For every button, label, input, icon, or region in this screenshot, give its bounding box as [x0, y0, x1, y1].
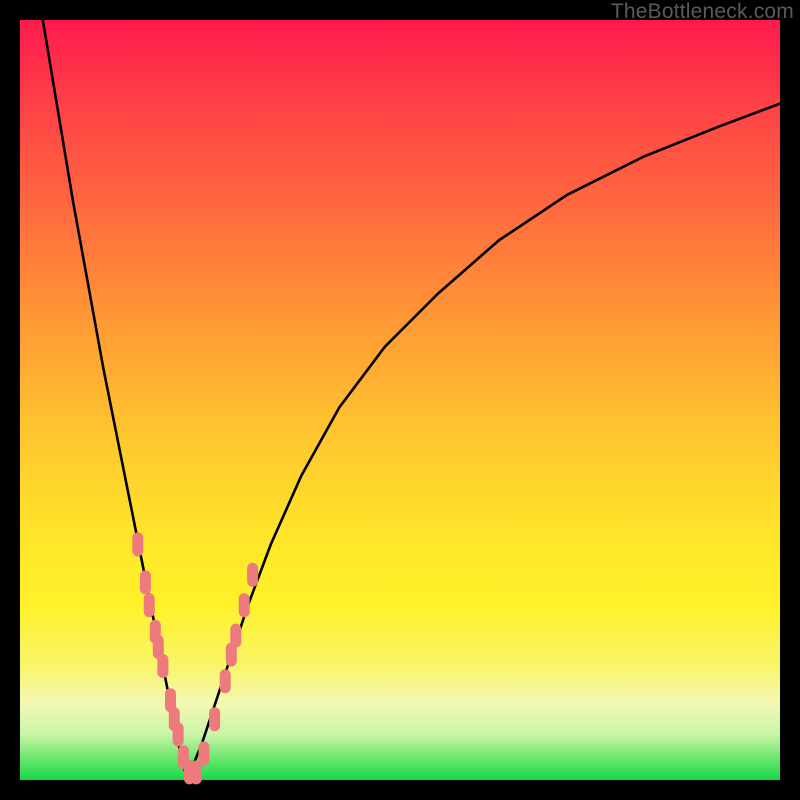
chart-svg	[20, 20, 780, 780]
data-marker	[191, 760, 202, 784]
marker-group	[132, 532, 258, 784]
curve-right_branch	[187, 104, 780, 780]
curve-group	[43, 20, 780, 780]
data-marker	[247, 563, 258, 587]
data-marker	[209, 707, 220, 731]
data-marker	[132, 532, 143, 556]
data-marker	[230, 624, 241, 648]
data-marker	[198, 741, 209, 765]
watermark-text: TheBottleneck.com	[611, 0, 794, 24]
data-marker	[144, 593, 155, 617]
data-marker	[239, 593, 250, 617]
data-marker	[173, 722, 184, 746]
data-marker	[157, 654, 168, 678]
data-marker	[140, 570, 151, 594]
data-marker	[220, 669, 231, 693]
chart-frame	[20, 20, 780, 780]
